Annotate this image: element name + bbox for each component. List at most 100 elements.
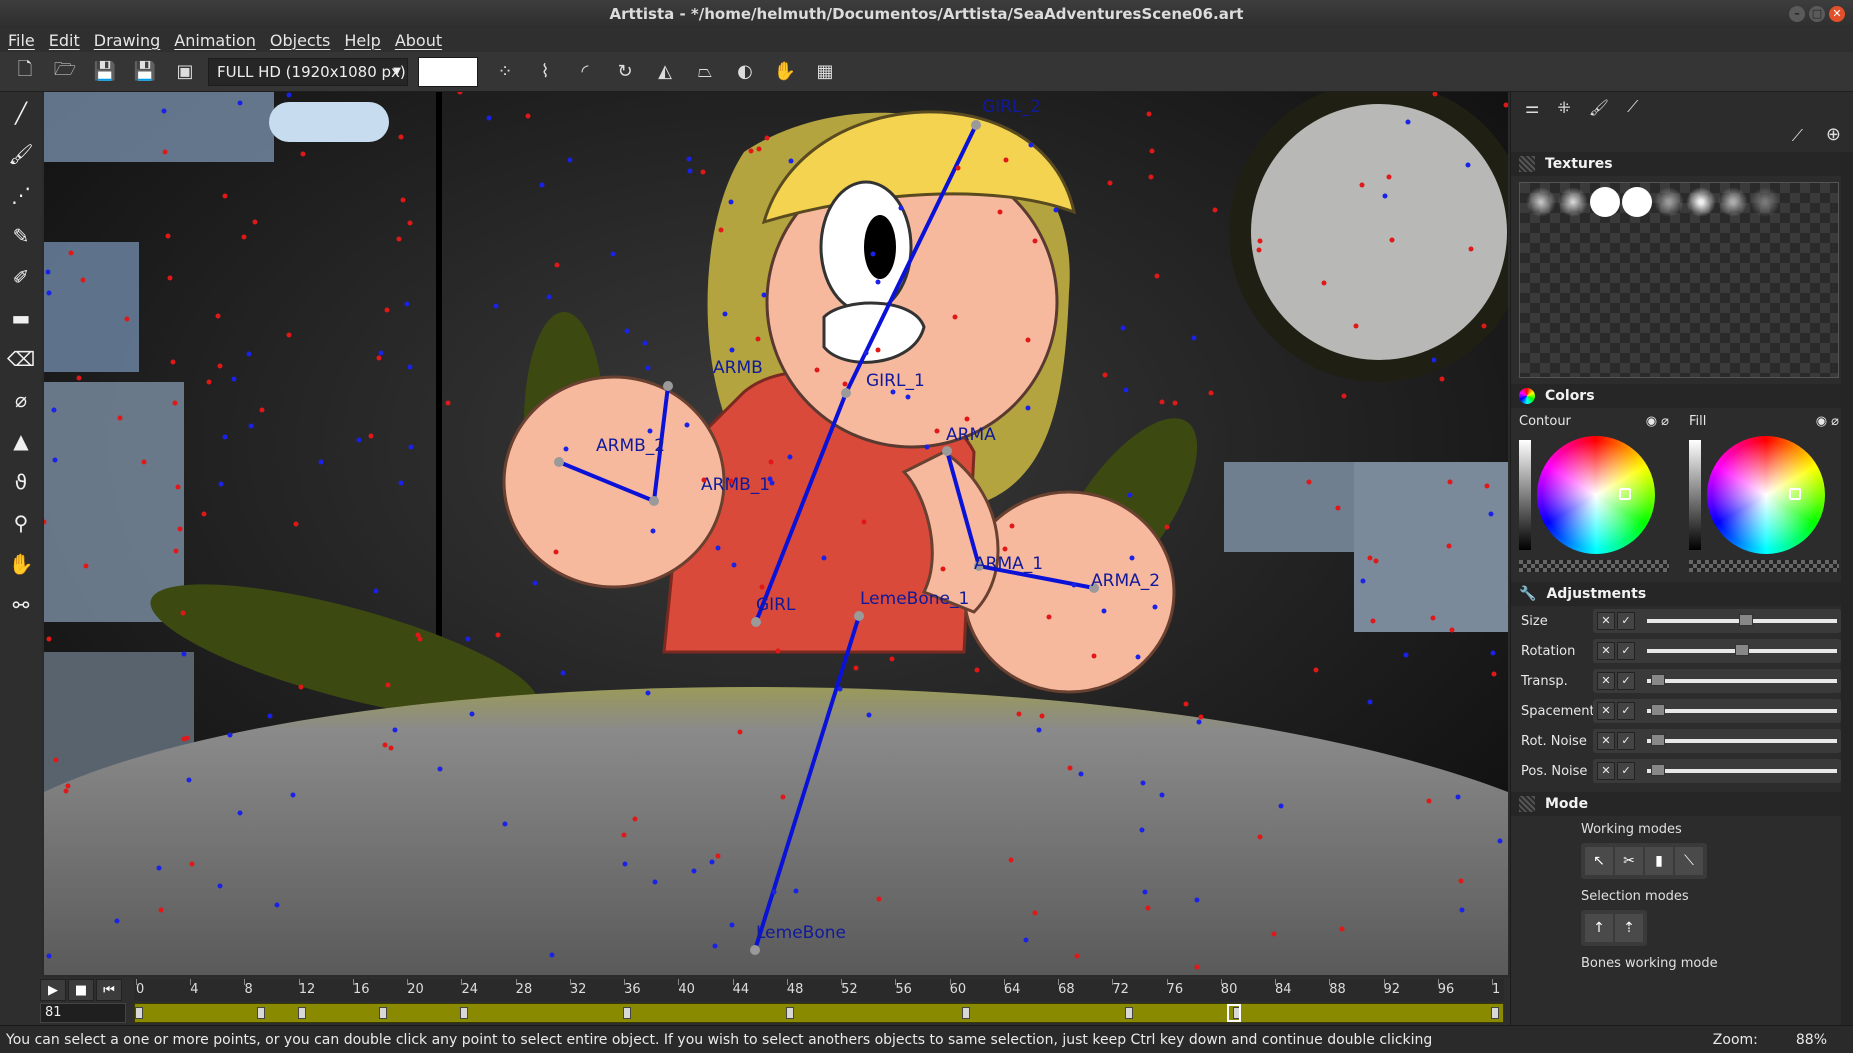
apply-check-icon[interactable]: ✓ [1617,642,1635,660]
adjustment-slider[interactable] [1647,614,1837,626]
control-point[interactable] [172,400,178,406]
slider-handle[interactable] [1651,674,1665,686]
control-point[interactable] [1148,174,1154,180]
menu-edit[interactable]: Edit [49,31,80,50]
keyframe[interactable] [460,1007,469,1019]
control-point[interactable] [1191,335,1197,341]
fill-color-wheel[interactable] [1707,436,1825,554]
control-point[interactable] [293,521,299,527]
keyframe[interactable] [1124,1007,1133,1019]
control-point[interactable] [1091,653,1097,659]
control-point[interactable] [65,783,71,789]
control-point[interactable] [218,481,224,487]
control-point[interactable] [493,303,499,309]
hand-icon[interactable]: ✋ [4,547,38,581]
control-point[interactable] [687,168,693,174]
contour-color-wheel[interactable] [1537,436,1655,554]
control-point[interactable] [1032,238,1038,244]
contour-value-bar[interactable] [1519,440,1531,550]
menu-animation[interactable]: Animation [174,31,256,50]
control-point[interactable] [863,350,869,356]
control-point[interactable] [1455,794,1461,800]
control-point[interactable] [955,165,961,171]
background-color-swatch[interactable] [418,56,478,87]
control-point[interactable] [525,113,531,119]
perspective-icon[interactable]: ⏢ [688,55,722,89]
apply-check-icon[interactable]: ✓ [1617,612,1635,630]
control-point[interactable] [722,311,728,317]
menu-file[interactable]: File [8,31,35,50]
control-point[interactable] [1149,148,1155,154]
control-point[interactable] [549,952,555,958]
adjustments-header[interactable]: 🔧 Adjustments [1511,582,1853,606]
control-point[interactable] [1025,405,1031,411]
new-file-icon[interactable]: 🗋 [8,55,42,89]
apply-check-icon[interactable]: ✓ [1617,762,1635,780]
control-point[interactable] [298,684,304,690]
control-point[interactable] [1194,964,1200,970]
control-point[interactable] [1359,182,1365,188]
control-point[interactable] [1481,323,1487,329]
control-point[interactable] [768,459,774,465]
control-point[interactable] [1067,765,1073,771]
control-point[interactable] [905,394,911,400]
control-point[interactable] [45,269,51,275]
control-point[interactable] [546,294,552,300]
eyedropper-icon[interactable]: ⌀ [4,383,38,417]
texture-splatter[interactable] [1718,187,1748,217]
control-point[interactable] [532,580,538,586]
timeline-ruler[interactable]: 0 4 8 12 16 20 24 28 32 36 40 44 48 52 56 60 64 68 72 76 80 8… [134,979,1504,1001]
control-point[interactable] [870,251,876,257]
reset-icon[interactable]: ✕ [1597,642,1615,660]
control-point[interactable] [117,415,123,421]
keyframe[interactable] [623,1007,632,1019]
control-point[interactable] [318,459,324,465]
control-point[interactable] [1426,798,1432,804]
control-point[interactable] [645,365,651,371]
control-point[interactable] [1382,193,1388,199]
control-point[interactable] [173,548,179,554]
rubber-icon[interactable]: ⌫ [4,342,38,376]
control-point[interactable] [231,376,237,382]
control-point[interactable] [748,148,754,154]
control-point[interactable] [624,328,630,334]
control-point[interactable] [1468,246,1474,252]
control-point[interactable] [1025,337,1031,343]
control-point[interactable] [252,219,258,225]
reset-icon[interactable]: ✕ [1597,702,1615,720]
control-point[interactable] [184,735,190,741]
control-point[interactable] [875,279,881,285]
control-point[interactable] [1002,546,1008,552]
control-point[interactable] [1183,701,1189,707]
control-point[interactable] [378,350,384,356]
stop-icon[interactable]: ■ [68,979,94,1001]
control-point[interactable] [1360,578,1366,584]
pencil-icon[interactable]: ╱ [4,96,38,130]
control-point[interactable] [1341,393,1347,399]
control-point[interactable] [76,375,82,381]
control-point[interactable] [222,193,228,199]
control-point[interactable] [1339,926,1345,932]
control-point[interactable] [952,314,958,320]
control-point[interactable] [162,149,168,155]
eraser-icon[interactable]: ▬ [4,301,38,335]
control-point[interactable] [392,727,398,733]
control-point[interactable] [290,792,296,798]
control-point[interactable] [445,400,451,406]
control-point[interactable] [1403,652,1409,658]
control-point[interactable] [1198,714,1204,720]
hand-tool-icon[interactable]: ✋ [768,55,802,89]
curve-icon[interactable]: ◜ [568,55,602,89]
tab-settings-icon[interactable]: ⚌ [1525,98,1539,117]
control-point[interactable] [373,588,379,594]
control-point[interactable] [1142,889,1148,895]
single-select-icon[interactable]: ↑ [1585,914,1613,942]
magnifier-icon[interactable]: ⚲ [4,506,38,540]
control-point[interactable] [1053,207,1059,213]
control-point[interactable] [1146,111,1152,117]
control-point[interactable] [1135,654,1141,660]
control-point[interactable] [407,220,413,226]
bone-joint[interactable] [942,446,952,456]
control-point[interactable] [622,861,628,867]
control-point[interactable] [237,810,243,816]
